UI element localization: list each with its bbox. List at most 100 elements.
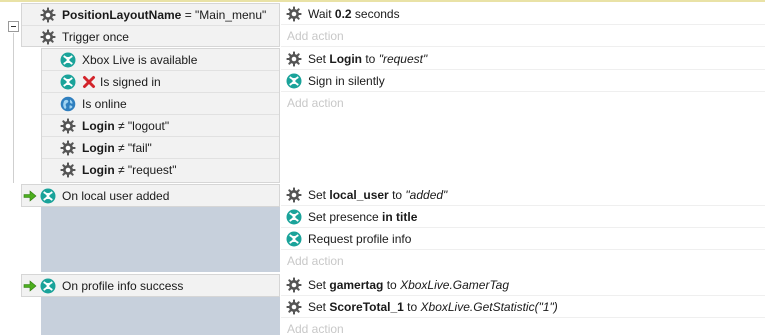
text-part: Login bbox=[82, 118, 115, 133]
action-text: Sign in silently bbox=[308, 73, 385, 89]
action-row[interactable]: Set Login to "request" bbox=[281, 48, 765, 70]
xbox-icon bbox=[60, 52, 76, 68]
action-row[interactable]: Wait 0.2 seconds bbox=[281, 3, 765, 25]
add-action-label[interactable]: Add action bbox=[287, 253, 344, 269]
text-part: = "Main_menu" bbox=[181, 7, 267, 22]
condition-text: Xbox Live is available bbox=[82, 52, 197, 68]
action-text: Request profile info bbox=[308, 231, 411, 247]
text-part: 0.2 bbox=[334, 6, 352, 21]
text-part: XboxLive.GamerTag bbox=[400, 277, 510, 292]
action-row[interactable]: Sign in silently bbox=[281, 70, 765, 92]
condition-row[interactable]: Login ≠ "request" bbox=[42, 159, 279, 181]
condition-text: On local user added bbox=[62, 188, 169, 204]
add-action-link[interactable]: Add action bbox=[281, 250, 765, 272]
condition-row[interactable]: PositionLayoutName = "Main_menu" bbox=[22, 4, 279, 26]
condition-row[interactable]: Is online bbox=[42, 93, 279, 115]
gear-icon bbox=[60, 162, 76, 178]
condition-text: Login ≠ "logout" bbox=[82, 118, 169, 134]
action-row[interactable]: Set ScoreTotal_1 to XboxLive.GetStatisti… bbox=[281, 296, 765, 318]
text-part: ScoreTotal_1 bbox=[329, 299, 404, 314]
event-4-conditions[interactable]: On profile info success bbox=[21, 274, 280, 297]
add-action-label[interactable]: Add action bbox=[287, 321, 344, 335]
condition-row[interactable]: Xbox Live is available bbox=[42, 49, 279, 71]
text-part: ≠ "request" bbox=[114, 163, 177, 177]
add-action-label[interactable]: Add action bbox=[287, 95, 344, 111]
text-part: XboxLive.GetStatistic("1") bbox=[420, 299, 558, 314]
event-2-conditions[interactable]: Xbox Live is available Is signed in Is o… bbox=[41, 48, 280, 183]
condition-text: PositionLayoutName = "Main_menu" bbox=[62, 7, 266, 23]
add-action-label[interactable]: Add action bbox=[287, 28, 344, 44]
text-part: Login bbox=[82, 140, 115, 155]
action-row[interactable]: Request profile info bbox=[281, 228, 765, 250]
event-3-conditions[interactable]: On local user added bbox=[21, 184, 280, 207]
action-row[interactable]: Set local_user to "added" bbox=[281, 184, 765, 206]
text-part: Set bbox=[308, 187, 330, 202]
condition-row[interactable]: On profile info success bbox=[22, 275, 279, 297]
text-part: gamertag bbox=[329, 277, 384, 292]
add-action-link[interactable]: Add action bbox=[281, 25, 765, 47]
trigger-arrow-icon bbox=[22, 278, 38, 294]
gear-icon bbox=[286, 277, 302, 293]
text-part: On profile info success bbox=[62, 279, 184, 293]
top-border bbox=[0, 0, 765, 2]
gear-icon bbox=[286, 187, 302, 203]
xbox-icon bbox=[286, 73, 302, 89]
text-part: "added" bbox=[405, 187, 448, 202]
text-part: to bbox=[388, 187, 406, 202]
text-part: to bbox=[383, 277, 401, 292]
text-part: seconds bbox=[351, 6, 400, 21]
gear-icon bbox=[286, 299, 302, 315]
action-row[interactable]: Set gamertag to XboxLive.GamerTag bbox=[281, 274, 765, 296]
event-4-condition-space bbox=[41, 297, 280, 335]
condition-text: Trigger once bbox=[62, 29, 129, 45]
text-part: Is online bbox=[82, 96, 127, 111]
text-part: to bbox=[362, 51, 379, 66]
event-3-actions[interactable]: Set local_user to "added" Set presence i… bbox=[281, 184, 765, 272]
text-part: Login bbox=[329, 51, 363, 66]
action-row[interactable]: Set presence in title bbox=[281, 206, 765, 228]
text-part: Trigger once bbox=[62, 30, 129, 44]
text-part: "request" bbox=[378, 51, 428, 66]
event-3-condition-space bbox=[41, 207, 280, 272]
text-part: to bbox=[403, 299, 421, 314]
condition-row[interactable]: Trigger once bbox=[22, 26, 279, 48]
text-part: Login bbox=[82, 163, 115, 177]
add-action-link[interactable]: Add action bbox=[281, 318, 765, 335]
event-2-actions[interactable]: Set Login to "request" Sign in silently … bbox=[281, 48, 765, 183]
text-part: On local user added bbox=[62, 189, 170, 203]
xbox-icon bbox=[60, 74, 76, 90]
invert-x-icon bbox=[82, 75, 96, 89]
collapse-toggle[interactable] bbox=[8, 21, 19, 32]
text-part: Wait bbox=[308, 6, 335, 21]
condition-row[interactable]: Login ≠ "logout" bbox=[42, 115, 279, 137]
text-part: Set presence bbox=[308, 209, 383, 224]
gear-icon bbox=[60, 118, 76, 134]
event-4-actions[interactable]: Set gamertag to XboxLive.GamerTag Set Sc… bbox=[281, 274, 765, 335]
text-part: ≠ "logout" bbox=[114, 118, 170, 133]
condition-row[interactable]: On local user added bbox=[22, 185, 279, 207]
globe-icon bbox=[60, 96, 76, 112]
action-text: Set gamertag to XboxLive.GamerTag bbox=[308, 277, 509, 293]
action-text: Set local_user to "added" bbox=[308, 187, 447, 203]
text-part: in title bbox=[382, 209, 418, 224]
event-1-actions[interactable]: Wait 0.2 seconds Add action bbox=[281, 3, 765, 47]
action-text: Wait 0.2 seconds bbox=[308, 6, 400, 22]
event-1-conditions[interactable]: PositionLayoutName = "Main_menu" Trigger… bbox=[21, 3, 280, 47]
condition-text: Is signed in bbox=[100, 74, 161, 90]
gear-icon bbox=[40, 7, 56, 23]
tree-line bbox=[13, 33, 14, 183]
text-part: Request profile info bbox=[308, 231, 412, 246]
xbox-icon bbox=[40, 188, 56, 204]
condition-row[interactable]: Login ≠ "fail" bbox=[42, 137, 279, 159]
action-text: Set presence in title bbox=[308, 209, 417, 225]
text-part: PositionLayoutName bbox=[62, 7, 182, 22]
add-action-link[interactable]: Add action bbox=[281, 92, 765, 114]
event-sheet: PositionLayoutName = "Main_menu" Trigger… bbox=[0, 0, 765, 335]
text-part: Set bbox=[308, 299, 330, 314]
condition-row[interactable]: Is signed in bbox=[42, 71, 279, 93]
text-part: Sign in silently bbox=[308, 73, 385, 88]
text-part: Is signed in bbox=[100, 74, 161, 89]
gear-icon bbox=[286, 51, 302, 67]
text-part: Xbox Live is available bbox=[82, 52, 198, 67]
condition-text: Login ≠ "fail" bbox=[82, 140, 152, 156]
